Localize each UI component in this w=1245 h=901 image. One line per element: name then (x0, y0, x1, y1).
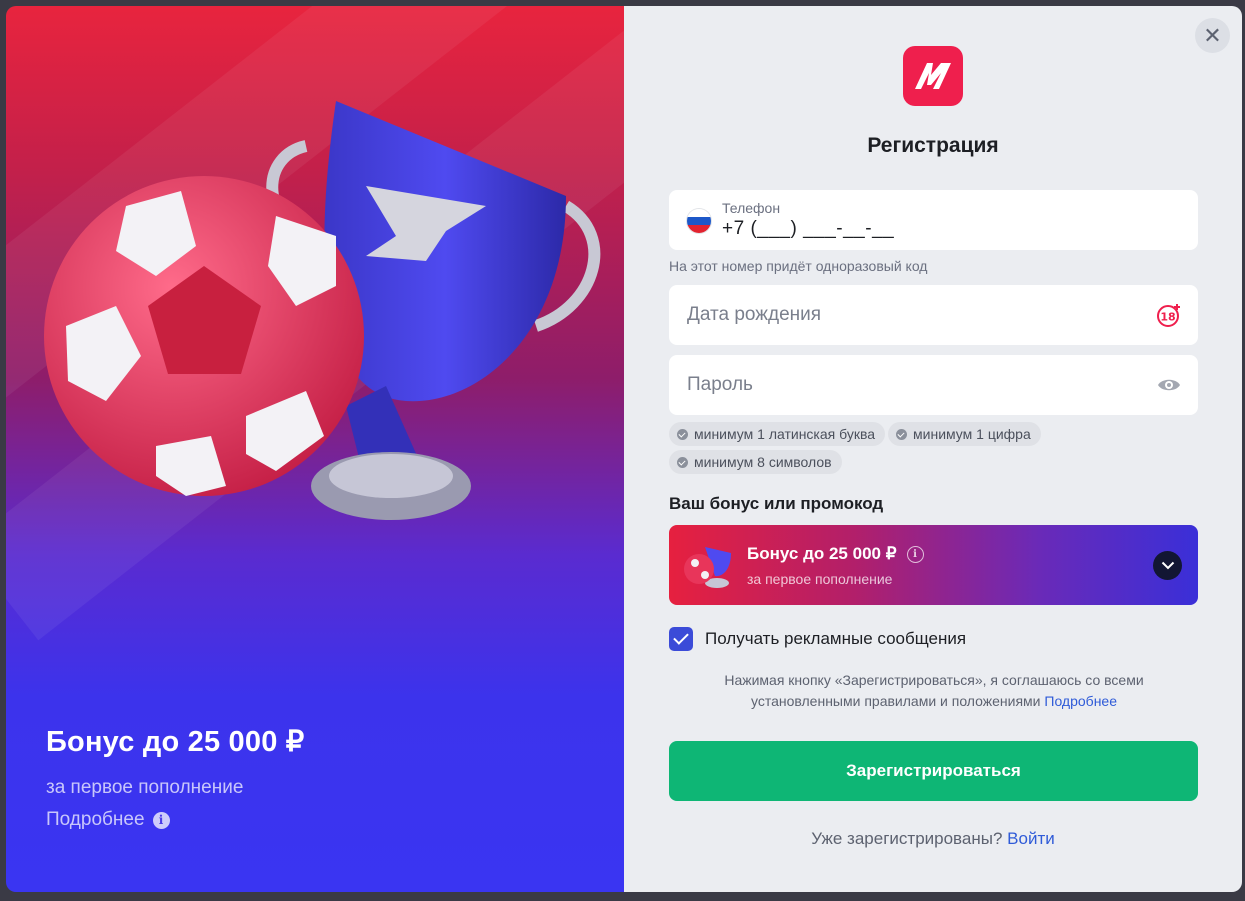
password-rule-label: минимум 1 латинская буква (694, 426, 876, 442)
password-rule-chip: минимум 8 символов (669, 450, 842, 474)
phone-input[interactable]: +7 (___) ___-__-__ (722, 218, 894, 240)
bonus-heading: Ваш бонус или промокод (669, 494, 884, 513)
password-field[interactable]: Пароль (669, 355, 1198, 415)
promo-panel: Бонус до 25 000 ₽ за первое пополнение П… (6, 6, 624, 892)
password-rule-label: минимум 8 символов (694, 454, 832, 470)
promo-more-label: Подробнее (46, 809, 145, 830)
page-title: Регистрация (867, 134, 999, 157)
registration-form-panel: ✕ Регистрация Телефон +7 (___) ___-__-__… (624, 6, 1242, 892)
bonus-title-label: Бонус до 25 000 ₽ (747, 544, 897, 563)
registration-modal: Бонус до 25 000 ₽ за первое пополнение П… (6, 6, 1242, 892)
brand-logo-icon (915, 63, 951, 89)
info-icon[interactable]: i (906, 545, 924, 563)
brand-logo (903, 46, 963, 106)
birthdate-placeholder: Дата рождения (687, 304, 822, 325)
phone-label: Телефон (722, 200, 781, 216)
promo-text-block: Бонус до 25 000 ₽ за первое пополнение П… (46, 724, 304, 831)
register-button[interactable]: Зарегистрироваться (669, 741, 1198, 801)
eye-icon[interactable] (1156, 372, 1182, 398)
bonus-selector[interactable]: Бонус до 25 000 ₽ i за первое пополнение (669, 525, 1198, 605)
login-link[interactable]: Войти (1007, 829, 1055, 848)
age-18-plus-icon: 18 (1157, 304, 1180, 327)
marketing-consent-checkbox[interactable] (669, 627, 693, 651)
close-button[interactable]: ✕ (1195, 18, 1230, 53)
trophy-and-ball-illustration (44, 101, 601, 520)
check-circle-icon (677, 456, 688, 468)
marketing-consent-label: Получать рекламные сообщения (705, 629, 967, 648)
terms-notice: Нажимая кнопку «Зарегистрироваться», я с… (684, 670, 1184, 712)
birthdate-field[interactable]: Дата рождения 18 (669, 285, 1198, 345)
promo-title: Бонус до 25 000 ₽ (46, 726, 305, 758)
password-rules: минимум 1 латинская буква минимум 1 цифра… (669, 422, 1198, 478)
phone-hint: На этот номер придёт одноразовый код (669, 258, 928, 274)
chevron-down-icon[interactable] (1153, 551, 1182, 580)
check-circle-icon (677, 428, 688, 440)
bonus-ball-icon (684, 547, 731, 588)
password-placeholder: Пароль (687, 374, 753, 395)
password-rule-label: минимум 1 цифра (913, 426, 1031, 442)
promo-more-link[interactable]: Подробнее i (46, 809, 304, 831)
info-icon[interactable]: i (152, 811, 170, 829)
russia-flag-icon[interactable] (687, 209, 711, 233)
terms-more-link[interactable]: Подробнее (1044, 693, 1117, 709)
check-circle-icon (896, 428, 908, 440)
svg-text:18: 18 (1160, 311, 1175, 324)
promo-subtitle: за первое пополнение (46, 777, 244, 798)
password-rule-chip: минимум 1 латинская буква (669, 422, 886, 446)
bonus-subtitle: за первое пополнение (747, 571, 893, 587)
phone-field[interactable]: Телефон +7 (___) ___-__-__ (669, 190, 1198, 250)
password-rule-chip: минимум 1 цифра (888, 422, 1041, 446)
marketing-consent[interactable]: Получать рекламные сообщения (669, 627, 966, 651)
bonus-title: Бонус до 25 000 ₽ i (747, 544, 924, 564)
login-question: Уже зарегистрированы? (811, 829, 1003, 848)
login-prompt: Уже зарегистрированы? Войти (624, 829, 1242, 849)
